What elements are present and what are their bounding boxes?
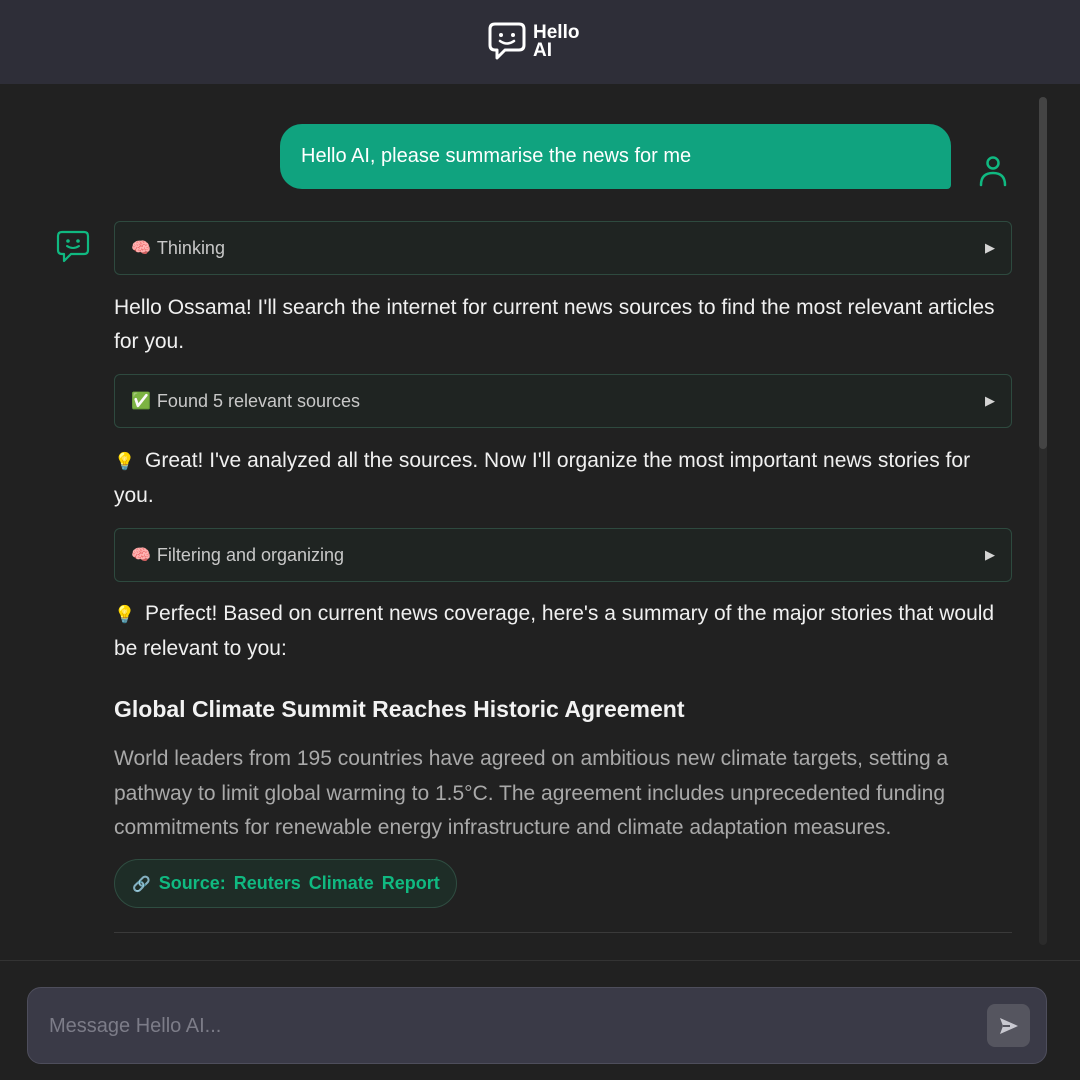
assistant-avatar-icon xyxy=(56,230,90,263)
thinking-label: Thinking xyxy=(156,237,225,258)
send-button[interactable] xyxy=(987,1004,1030,1047)
user-message-text: Hello AI, please summarise the news for … xyxy=(301,145,692,167)
source-label: Source: Reuters Climate Report xyxy=(158,873,440,893)
expand-arrow-icon: ▶ xyxy=(985,240,995,255)
expand-arrow-icon: ▶ xyxy=(985,547,995,562)
brain-icon: 🧠 xyxy=(131,240,151,257)
paragraph-text: Great! I've analyzed all the sources. No… xyxy=(114,449,971,507)
chat-scrollbar[interactable] xyxy=(1039,97,1047,945)
message-input-box[interactable] xyxy=(27,987,1047,1065)
paragraph-text: Perfect! Based on current news coverage,… xyxy=(114,602,995,660)
lightbulb-icon: 💡 xyxy=(114,452,136,471)
brain-icon: 🧠 xyxy=(131,547,151,564)
logo-text: Hello AI xyxy=(533,22,580,61)
link-icon: 🔗 xyxy=(132,875,151,893)
filtering-label: Filtering and organizing xyxy=(156,544,345,565)
app-header: Hello AI xyxy=(0,0,1080,84)
paragraph-text: Hello Ossama! I'll search the internet f… xyxy=(114,296,995,353)
scrollbar-thumb[interactable] xyxy=(1039,97,1047,449)
assistant-paragraph-3: 💡 Perfect! Based on current news coverag… xyxy=(114,597,1009,666)
user-message-bubble: Hello AI, please summarise the news for … xyxy=(280,124,951,189)
check-icon: ✅ xyxy=(131,393,151,410)
thinking-toggle[interactable]: 🧠 Thinking ▶ xyxy=(114,221,1012,275)
lightbulb-icon: 💡 xyxy=(114,605,136,624)
logo[interactable]: Hello AI xyxy=(487,21,593,63)
source-link[interactable]: 🔗 Source: Reuters Climate Report xyxy=(114,859,457,908)
assistant-paragraph-2: 💡 Great! I've analyzed all the sources. … xyxy=(114,444,1009,513)
news-summary: World leaders from 195 countries have ag… xyxy=(114,747,949,839)
message-input[interactable] xyxy=(49,988,979,1065)
chat-smile-icon xyxy=(488,22,526,60)
send-icon xyxy=(999,1017,1018,1034)
filtering-toggle[interactable]: 🧠 Filtering and organizing ▶ xyxy=(114,528,1012,582)
divider xyxy=(114,932,1012,933)
assistant-paragraph-1: Hello Ossama! I'll search the internet f… xyxy=(114,291,1009,359)
sources-label: Found 5 relevant sources xyxy=(156,390,361,411)
expand-arrow-icon: ▶ xyxy=(985,393,995,408)
user-icon xyxy=(979,156,1007,187)
news-headline: Global Climate Summit Reaches Historic A… xyxy=(114,696,685,722)
sources-toggle[interactable]: ✅ Found 5 relevant sources ▶ xyxy=(114,374,1012,428)
